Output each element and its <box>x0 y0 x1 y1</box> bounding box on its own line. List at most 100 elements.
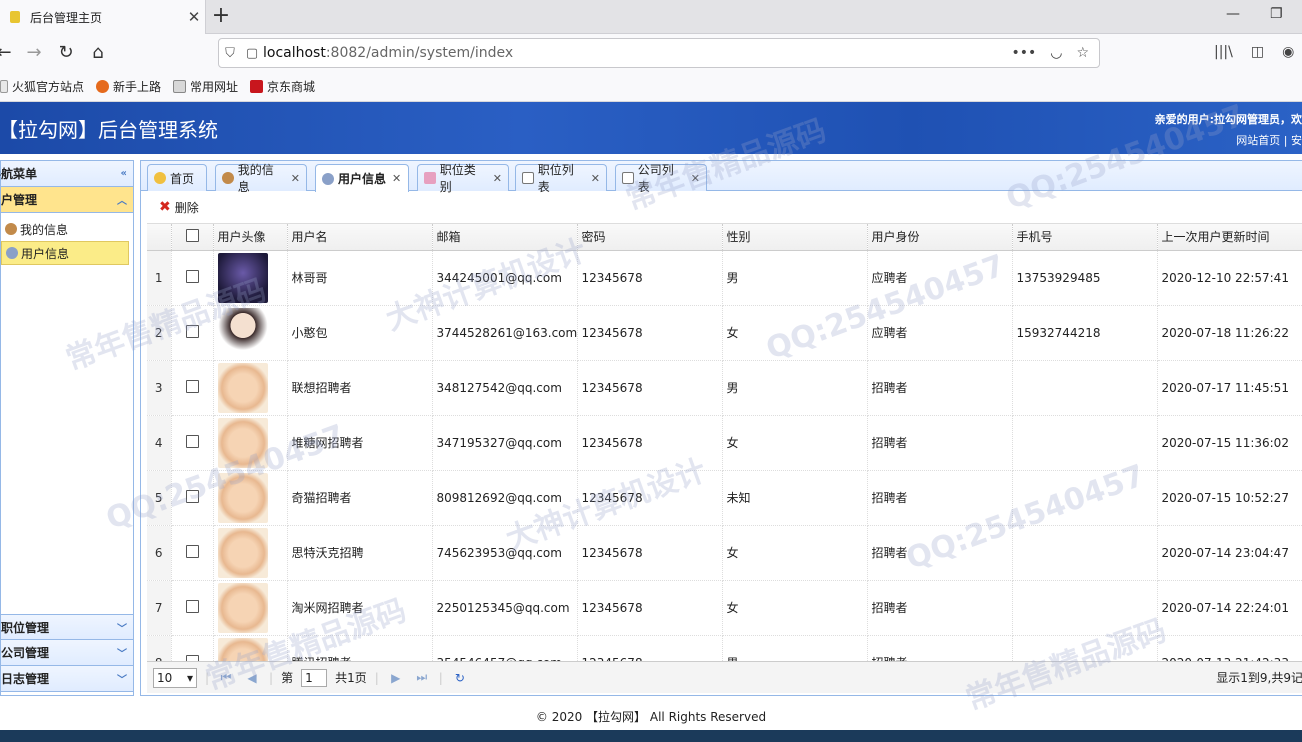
email-cell: 3744528261@163.com <box>432 305 578 361</box>
page-input[interactable]: 1 <box>301 668 328 687</box>
pocket-icon[interactable]: ◡ <box>1050 45 1062 61</box>
table-row[interactable]: 4 堆糖网招聘者 347195327@qq.com 12345678 女招聘者 2020-… <box>147 415 1302 471</box>
page-info: 显示1到9,共9记 <box>1216 671 1302 685</box>
close-tab-icon[interactable]: ✕ <box>183 8 205 26</box>
column-header[interactable]: 性别 <box>722 224 868 251</box>
reload-icon[interactable]: ↻ <box>54 41 78 65</box>
users-icon <box>322 172 334 185</box>
last-page-icon[interactable]: ⏭ <box>413 670 431 685</box>
prev-page-icon[interactable]: ◀ <box>243 671 261 685</box>
column-header[interactable]: 用户名 <box>287 224 433 251</box>
home-icon[interactable]: ⌂ <box>86 41 110 65</box>
grid-toolbar: ✖ 删除 <box>141 191 1302 223</box>
tab-job-list[interactable]: 职位列表 ✕ <box>515 163 607 194</box>
page-size-select[interactable]: 10 ▾ <box>153 667 197 688</box>
delete-icon: ✖ <box>159 199 171 215</box>
next-page-icon[interactable]: ▶ <box>387 671 405 685</box>
table-row[interactable]: 1 林哥哥 344245001@qq.com 12345678 男应聘者 13753929… <box>147 250 1302 306</box>
new-tab-button[interactable]: + <box>208 4 234 30</box>
gender-cell: 女 <box>722 415 868 471</box>
browser-navbar: ← → ↻ ⌂ ⛉ ▢ localhost:8082/admin/system/… <box>0 34 1302 72</box>
row-checkbox[interactable] <box>171 305 214 361</box>
refresh-icon[interactable]: ↻ <box>451 671 469 685</box>
accordion-company-management[interactable]: 公司管理 ﹀ <box>1 640 133 666</box>
row-checkbox[interactable] <box>171 250 214 306</box>
table-row[interactable]: 5 奇猫招聘者 809812692@qq.com 12345678 未知 招聘者 2020-… <box>147 470 1302 526</box>
more-icon[interactable]: ••• <box>1011 45 1036 61</box>
role-cell: 招聘者 <box>867 525 1013 581</box>
forward-button[interactable]: → <box>22 41 46 65</box>
restore-icon[interactable]: ❐ <box>1270 6 1283 22</box>
close-icon[interactable]: ✕ <box>691 172 700 185</box>
row-number: 6 <box>147 525 172 581</box>
sidebar-item-user-info[interactable]: 用户信息 <box>1 241 129 265</box>
accordion-label: 用户管理 <box>0 193 38 207</box>
select-all-checkbox[interactable] <box>171 224 214 251</box>
table-row[interactable]: 7 淘米网招聘者 2250125345@qq.com 12345678 女招聘者 2020… <box>147 580 1302 636</box>
table-row[interactable]: 3 联想招聘者 348127542@qq.com 12345678 男招聘者 2020-0… <box>147 360 1302 416</box>
accordion-job-management[interactable]: 职位管理 ﹀ <box>1 614 133 640</box>
tab-company-list[interactable]: 公司列表 ✕ <box>615 163 707 194</box>
sidebar-toggle-icon[interactable]: ◫ <box>1251 44 1264 60</box>
row-number: 8 <box>147 635 172 661</box>
close-icon[interactable]: ✕ <box>591 172 600 185</box>
column-header[interactable]: 用户头像 <box>213 224 288 251</box>
collapse-icon[interactable]: « <box>121 168 127 179</box>
avatar <box>213 580 288 636</box>
bookmark-star-icon[interactable]: ☆ <box>1076 45 1089 61</box>
address-bar[interactable]: ⛉ ▢ localhost:8082/admin/system/index ••… <box>218 38 1100 68</box>
row-checkbox[interactable] <box>171 525 214 581</box>
row-checkbox[interactable] <box>171 580 214 636</box>
row-number: 4 <box>147 415 172 471</box>
username-cell: 堆糖网招聘者 <box>287 415 433 471</box>
table-row[interactable]: 8 腾讯招聘者354546457@qq.com12345678男招聘者 2020-0… <box>147 635 1302 661</box>
column-header[interactable]: 手机号 <box>1012 224 1158 251</box>
bookmark-item[interactable]: 常用网址 <box>173 78 238 95</box>
close-icon[interactable]: ✕ <box>392 172 401 185</box>
table-row[interactable]: 6 思特沃克招聘 745623953@qq.com 12345678 女招聘者 2020-… <box>147 525 1302 581</box>
username-cell: 小憨包 <box>287 305 433 361</box>
folder-icon <box>0 80 8 93</box>
sidebar-item-my-info[interactable]: 我的信息 <box>1 217 133 241</box>
tab-label: 首页 <box>170 171 195 186</box>
account-icon[interactable]: ◉ <box>1282 44 1294 60</box>
row-checkbox[interactable] <box>171 470 214 526</box>
row-number: 2 <box>147 305 172 361</box>
close-icon[interactable]: ✕ <box>291 172 300 185</box>
tab-home[interactable]: 首页 <box>147 164 207 191</box>
sidebar: 导航菜单 « 用户管理 ︿ 我的信息 用户信息 职位管理 ﹀ 公司管理 ﹀ 日志… <box>0 160 134 696</box>
main-panel: 首页 我的信息 ✕ 用户信息 ✕ 职位类别 ✕ 职位列表 ✕ 公司列表 ✕ ✖ <box>140 160 1302 696</box>
phone-cell: 15932744218 <box>1012 305 1158 361</box>
browser-tab[interactable]: 后台管理主页 ✕ <box>0 0 206 34</box>
back-button[interactable]: ← <box>0 41 16 65</box>
column-header[interactable]: 密码 <box>577 224 723 251</box>
row-checkbox[interactable] <box>171 415 214 471</box>
table-row[interactable]: 2 小憨包 3744528261@163.com 12345678 女应聘者 159327… <box>147 305 1302 361</box>
bookmark-item[interactable]: 火狐官方站点 <box>0 78 84 95</box>
row-checkbox[interactable] <box>171 360 214 416</box>
row-checkbox[interactable] <box>171 635 214 661</box>
tab-user-info[interactable]: 用户信息 ✕ <box>315 164 409 192</box>
minimize-icon[interactable]: — <box>1226 6 1240 22</box>
column-header[interactable]: 邮箱 <box>432 224 578 251</box>
first-page-icon[interactable]: ⏮ <box>217 670 235 685</box>
delete-button[interactable]: 删除 <box>175 199 199 216</box>
close-icon[interactable]: ✕ <box>493 172 502 185</box>
sidebar-header: 导航菜单 « <box>0 161 133 187</box>
column-header[interactable]: 上一次用户更新时间 <box>1157 224 1302 251</box>
accordion-log-management[interactable]: 日志管理 ﹀ <box>1 666 133 692</box>
phone-cell <box>1012 360 1158 416</box>
email-cell: 344245001@qq.com <box>432 250 578 306</box>
header-links[interactable]: 网站首页 | 安 <box>1236 132 1302 148</box>
password-cell: 12345678 <box>577 635 723 661</box>
column-header[interactable]: 用户身份 <box>867 224 1013 251</box>
tab-job-category[interactable]: 职位类别 ✕ <box>417 163 509 194</box>
bookmark-item[interactable]: 新手上路 <box>96 78 161 95</box>
accordion-user-management[interactable]: 用户管理 ︿ <box>0 187 133 213</box>
gender-cell: 男 <box>722 360 868 416</box>
chevron-down-icon: ﹀ <box>117 675 127 686</box>
tab-my-info[interactable]: 我的信息 ✕ <box>215 163 307 194</box>
bookmark-item[interactable]: 京东商城 <box>250 78 315 95</box>
library-icon[interactable]: |||\ <box>1214 44 1233 60</box>
accordion-body: 我的信息 用户信息 <box>1 213 133 614</box>
